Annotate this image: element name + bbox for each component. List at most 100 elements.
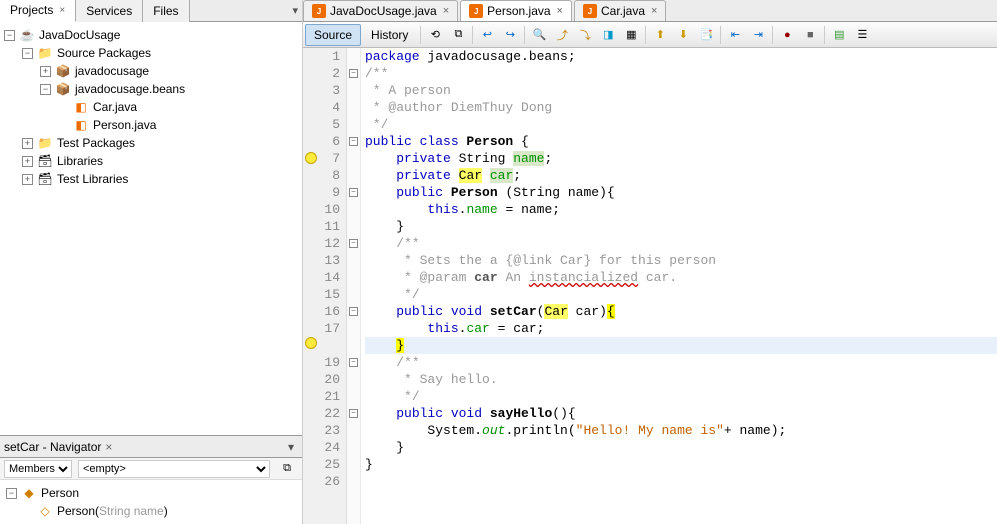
hint-bulb-icon[interactable] [305, 152, 317, 164]
find-prev-icon[interactable]: ⤴ [551, 24, 573, 46]
tree-pkg-beans[interactable]: − 📦 javadocusage.beans [38, 80, 302, 98]
node-label: Car.java [93, 100, 137, 114]
line-gutter: 123456 7 891011121314151617 192021222324… [303, 48, 347, 524]
close-icon[interactable]: × [105, 440, 112, 454]
project-tree[interactable]: − ☕ JavaDocUsage − 📁 Source Packages [0, 22, 302, 435]
tab-files[interactable]: Files [143, 0, 189, 22]
fold-icon[interactable]: − [349, 307, 358, 316]
panel-menu-icon[interactable]: ▾ [288, 440, 294, 454]
nav-class-node[interactable]: −◆ Person [4, 484, 298, 502]
tab-services[interactable]: Services [76, 0, 143, 22]
shift-right-icon[interactable]: ⇥ [747, 24, 769, 46]
java-file-icon: J [469, 4, 483, 18]
tree-test-packages[interactable]: + 📁 Test Packages [20, 134, 302, 152]
nav-back-icon[interactable]: ↩ [476, 24, 498, 46]
navigator-header: setCar - Navigator × ▾ [0, 436, 302, 458]
fold-icon[interactable]: − [349, 69, 358, 78]
expand-icon[interactable]: + [22, 156, 33, 167]
tab-projects[interactable]: Projects× [0, 0, 76, 22]
close-icon[interactable]: × [443, 5, 449, 17]
highlight-icon[interactable]: ◨ [597, 24, 619, 46]
node-label: Person(String name) [57, 504, 168, 518]
package-icon: 📦 [55, 63, 71, 79]
fold-icon[interactable]: − [349, 188, 358, 197]
java-file-icon: J [583, 4, 597, 18]
tree-source-packages[interactable]: − 📁 Source Packages [20, 44, 302, 62]
select-icon[interactable]: ▦ [620, 24, 642, 46]
node-label: javadocusage.beans [75, 82, 185, 96]
expand-icon[interactable]: + [22, 174, 33, 185]
class-icon: ◆ [21, 485, 37, 501]
editor-tab-car[interactable]: JCar.java× [574, 0, 666, 21]
refresh-icon[interactable]: ⟲ [424, 24, 446, 46]
members-select[interactable]: Members [4, 460, 72, 478]
history-button[interactable]: History [362, 24, 417, 46]
editor-tabs: JJavaDocUsage.java× JPerson.java× JCar.j… [303, 0, 997, 22]
node-label: Test Libraries [57, 172, 128, 186]
collapse-icon[interactable]: − [6, 488, 17, 499]
code-area[interactable]: package javadocusage.beans; /** * A pers… [361, 48, 997, 524]
panel-menu-icon[interactable]: ▾ [292, 4, 298, 17]
node-label: Person [41, 486, 79, 500]
package-icon: 📦 [55, 81, 71, 97]
node-label: Person.java [93, 118, 156, 132]
nav-filter-icon[interactable]: ⧉ [276, 458, 298, 480]
folder-icon: 📁 [37, 45, 53, 61]
java-file-icon: ◧ [73, 99, 89, 115]
editor-tab-person[interactable]: JPerson.java× [460, 0, 572, 21]
macro-stop-icon[interactable]: ■ [799, 24, 821, 46]
tree-pkg-javadocusage[interactable]: + 📦 javadocusage [38, 62, 302, 80]
close-icon[interactable]: × [557, 5, 563, 17]
diff-icon[interactable]: ⧉ [447, 24, 469, 46]
close-icon[interactable]: × [59, 5, 65, 16]
navigator-panel: setCar - Navigator × ▾ Members <empty> ⧉… [0, 435, 302, 524]
navigator-title: setCar - Navigator [4, 440, 101, 454]
navigator-tree[interactable]: −◆ Person ◇ Person(String name) [0, 480, 302, 524]
collapse-icon[interactable]: − [4, 30, 15, 41]
node-label: Test Packages [57, 136, 135, 150]
folder-icon: 📁 [37, 135, 53, 151]
fold-icon[interactable]: − [349, 239, 358, 248]
source-button[interactable]: Source [305, 24, 361, 46]
nav-constructor-node[interactable]: ◇ Person(String name) [4, 502, 298, 520]
find-icon[interactable]: 🔍 [528, 24, 550, 46]
library-icon: 🗃 [37, 171, 53, 187]
node-label: Libraries [57, 154, 103, 168]
tree-libraries[interactable]: +🗃Libraries [20, 152, 302, 170]
coffee-icon: ☕ [19, 27, 35, 43]
collapse-icon[interactable]: − [40, 84, 51, 95]
tree-file-car[interactable]: ◧ Car.java [56, 98, 302, 116]
close-icon[interactable]: × [651, 5, 657, 17]
code-editor[interactable]: 123456 7 891011121314151617 192021222324… [303, 48, 997, 524]
tree-root-node[interactable]: − ☕ JavaDocUsage [2, 26, 302, 44]
node-label: JavaDocUsage [39, 28, 120, 42]
ide-root: Projects× Services Files ▾ − ☕ JavaDocUs… [0, 0, 997, 524]
tree-test-libraries[interactable]: + 🗃 Test Libraries [20, 170, 302, 188]
method-icon: ◇ [37, 503, 53, 519]
hint-bulb-icon[interactable] [305, 337, 317, 349]
editor-toolbar: Source History ⟲ ⧉ ↩ ↪ 🔍 ⤴ ⤵ ◨ ▦ ⬆ ⬇ 📑 ⇤… [303, 22, 997, 48]
next-bookmark-icon[interactable]: ⬇ [672, 24, 694, 46]
fold-icon[interactable]: − [349, 137, 358, 146]
expand-icon[interactable]: + [40, 66, 51, 77]
find-next-icon[interactable]: ⤵ [574, 24, 596, 46]
comment-icon[interactable]: ▤ [828, 24, 850, 46]
expand-icon[interactable]: + [22, 138, 33, 149]
shift-left-icon[interactable]: ⇤ [724, 24, 746, 46]
empty-select[interactable]: <empty> [78, 460, 270, 478]
left-panel: Projects× Services Files ▾ − ☕ JavaDocUs… [0, 0, 303, 524]
fold-icon[interactable]: − [349, 409, 358, 418]
macro-rec-icon[interactable]: ● [776, 24, 798, 46]
nav-fwd-icon[interactable]: ↪ [499, 24, 521, 46]
prev-bookmark-icon[interactable]: ⬆ [649, 24, 671, 46]
editor-tab-javadocusage[interactable]: JJavaDocUsage.java× [303, 0, 458, 21]
fold-icon[interactable]: − [349, 358, 358, 367]
editor-panel: JJavaDocUsage.java× JPerson.java× JCar.j… [303, 0, 997, 524]
tree-file-person[interactable]: ◧ Person.java [56, 116, 302, 134]
collapse-icon[interactable]: − [22, 48, 33, 59]
java-file-icon: ◧ [73, 117, 89, 133]
toggle-bookmark-icon[interactable]: 📑 [695, 24, 717, 46]
uncomment-icon[interactable]: ☰ [851, 24, 873, 46]
project-tabs: Projects× Services Files ▾ [0, 0, 302, 22]
node-label: javadocusage [75, 64, 149, 78]
